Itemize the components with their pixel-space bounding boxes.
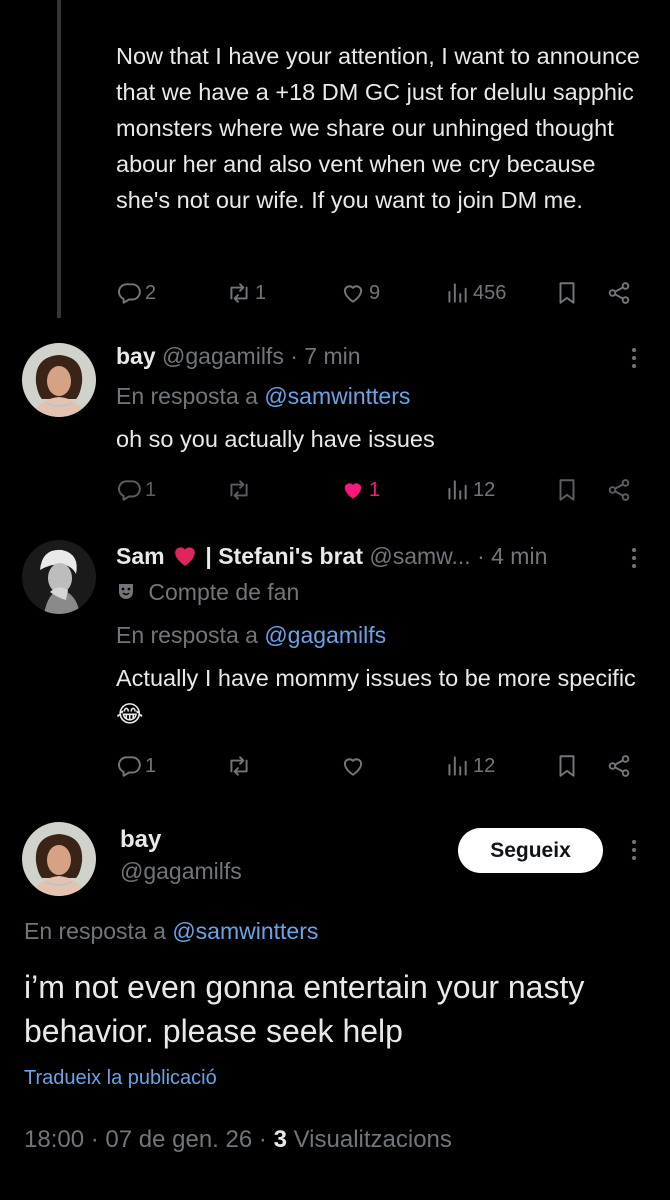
reply-button[interactable]: 2: [116, 280, 156, 306]
separator: ·: [90, 1126, 99, 1153]
avatar[interactable]: [22, 540, 96, 614]
tweet-actions: 2 1 9 456: [116, 277, 650, 309]
emoji: 😂: [116, 701, 144, 727]
share-button[interactable]: [606, 477, 632, 503]
repost-icon: [226, 280, 252, 306]
reply-button[interactable]: 1: [116, 477, 156, 503]
heart-icon: [340, 280, 366, 306]
separator: ·: [258, 1126, 267, 1153]
reply-button[interactable]: 1: [116, 753, 156, 779]
views-icon: [444, 280, 470, 306]
reply-count: 1: [145, 754, 157, 777]
heart-filled-icon: [340, 477, 366, 503]
reply-prefix: En resposta a: [116, 622, 258, 648]
display-name[interactable]: bay: [116, 343, 156, 369]
bookmark-button[interactable]: [554, 753, 580, 779]
repost-button[interactable]: 1: [226, 280, 266, 306]
tweet-actions: 1 1 12: [116, 474, 650, 506]
share-icon: [606, 280, 632, 306]
display-name[interactable]: bay: [120, 826, 161, 854]
views-count: 456: [473, 281, 507, 304]
bookmark-button[interactable]: [554, 477, 580, 503]
repost-icon: [226, 753, 252, 779]
more-options-icon[interactable]: [622, 546, 646, 570]
timestamp[interactable]: · 4 min: [477, 543, 547, 569]
handle[interactable]: @samw...: [369, 543, 470, 569]
reply-prefix: En resposta a: [24, 918, 166, 944]
thread-connector-line: [57, 0, 61, 318]
bookmark-icon: [554, 477, 580, 503]
reply-meta: Sam | Stefani's brat @samw... · 4 min: [116, 543, 547, 570]
timestamp[interactable]: · 7 min: [290, 343, 360, 369]
reply-icon: [116, 477, 142, 503]
tweet-text: oh so you actually have issues: [116, 426, 435, 452]
fan-account-label: Compte de fan: [116, 579, 299, 606]
share-icon: [606, 477, 632, 503]
tweet-text-content: Actually I have mommy issues to be more …: [116, 665, 636, 691]
avatar[interactable]: [22, 343, 96, 417]
reply-count: 1: [145, 478, 157, 501]
repost-icon: [226, 477, 252, 503]
like-count: 9: [369, 281, 381, 304]
bookmark-button[interactable]: [554, 280, 580, 306]
reply-icon: [116, 753, 142, 779]
badge-label: Compte de fan: [148, 579, 300, 605]
reply-mention-link[interactable]: @samwintters: [264, 383, 410, 409]
share-icon: [606, 753, 632, 779]
bookmark-icon: [554, 753, 580, 779]
reply-mention-link[interactable]: @samwintters: [172, 918, 318, 944]
like-button[interactable]: [340, 753, 366, 779]
reply-prefix: En resposta a: [116, 383, 258, 409]
bookmark-icon: [554, 280, 580, 306]
heart-emoji-icon: [175, 547, 195, 566]
views-count: 12: [473, 478, 496, 501]
views-icon: [444, 753, 470, 779]
views-count: 12: [473, 754, 496, 777]
more-options-icon[interactable]: [622, 346, 646, 370]
views-label: Visualitzacions: [293, 1126, 452, 1153]
tweet-text: i’m not even gonna entertain your nasty …: [24, 969, 585, 1049]
tweet-text: Now that I have your attention, I want t…: [116, 43, 640, 213]
translate-link[interactable]: Tradueix la publicació: [24, 1067, 217, 1090]
reply-context: En resposta a @gagamilfs: [116, 622, 386, 649]
handle[interactable]: @gagamilfs: [162, 343, 284, 369]
more-options-icon[interactable]: [622, 838, 646, 862]
reply-meta: bay @gagamilfs · 7 min: [116, 343, 361, 370]
display-name[interactable]: Sam: [116, 543, 165, 569]
repost-button[interactable]: [226, 753, 252, 779]
tweet-actions: 1 12: [116, 750, 650, 782]
repost-button[interactable]: [226, 477, 252, 503]
views-count: 3: [273, 1126, 287, 1153]
views-icon: [444, 477, 470, 503]
post-time[interactable]: 18:00: [24, 1126, 84, 1153]
reply-mention-link[interactable]: @gagamilfs: [264, 622, 386, 648]
reply-icon: [116, 280, 142, 306]
share-button[interactable]: [606, 753, 632, 779]
reply-context: En resposta a @samwintters: [116, 383, 410, 410]
theater-masks-icon: [119, 584, 133, 599]
like-button[interactable]: 9: [340, 280, 380, 306]
avatar[interactable]: [22, 822, 96, 896]
tweet-footer-meta: 18:00 · 07 de gen. 26 · 3 Visualitzacion…: [24, 1126, 452, 1154]
share-button[interactable]: [606, 280, 632, 306]
like-button[interactable]: 1: [340, 477, 380, 503]
handle[interactable]: @gagamilfs: [120, 858, 242, 885]
follow-button[interactable]: Segueix: [458, 828, 603, 873]
tweet-text: Actually I have mommy issues to be more …: [116, 660, 650, 732]
repost-count: 1: [255, 281, 267, 304]
reply-context: En resposta a @samwintters: [24, 918, 318, 945]
reply-count: 2: [145, 281, 157, 304]
post-date[interactable]: 07 de gen. 26: [105, 1126, 252, 1153]
heart-icon: [340, 753, 366, 779]
display-name-suffix[interactable]: | Stefani's brat: [205, 543, 363, 569]
views-button[interactable]: 12: [444, 477, 495, 503]
like-count: 1: [369, 478, 381, 501]
views-button[interactable]: 12: [444, 753, 495, 779]
views-button[interactable]: 456: [444, 280, 506, 306]
